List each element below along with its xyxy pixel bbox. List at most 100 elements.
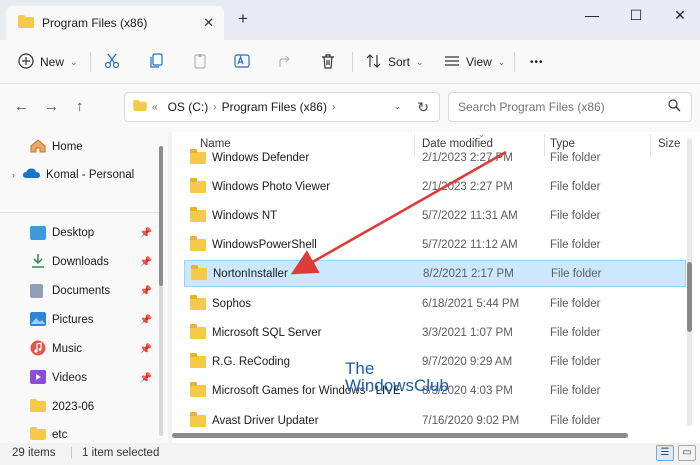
file-type: File folder (551, 267, 602, 280)
folder-icon (30, 427, 46, 443)
file-type: File folder (550, 355, 601, 368)
sidebar-item-onedrive[interactable]: › Komal - Personal (0, 162, 160, 188)
sidebar-item-music[interactable]: Music 📌 (0, 336, 160, 362)
cut-button[interactable] (104, 50, 120, 74)
more-options-button[interactable]: ••• (530, 50, 544, 74)
toolbar-divider (514, 52, 515, 72)
sidebar-item-desktop[interactable]: Desktop 📌 (0, 220, 160, 246)
folder-icon (190, 411, 206, 427)
folder-icon (190, 323, 206, 339)
up-button[interactable]: ↑ (76, 98, 84, 116)
file-name: Windows Defender (212, 151, 310, 164)
tab-program-files[interactable]: Program Files (x86) ✕ (6, 6, 224, 40)
watermark-logo: The WindowsClub (345, 360, 449, 394)
pin-icon[interactable]: 📌 (140, 344, 152, 355)
sidebar-item-label: Music (52, 343, 83, 355)
file-name: Microsoft SQL Server (212, 326, 322, 339)
file-date: 2/1/2023 2:27 PM (422, 151, 513, 164)
folder-icon (190, 352, 206, 368)
selection-count: 1 item selected (82, 447, 160, 459)
search-icon[interactable] (668, 99, 681, 115)
sidebar-divider (0, 212, 160, 213)
file-name: Avast Driver Updater (212, 414, 319, 427)
breadcrumb-program-files[interactable]: Program Files (x86) (222, 100, 327, 114)
sidebar-item-documents[interactable]: Documents 📌 (0, 278, 160, 304)
document-icon (30, 284, 43, 298)
file-name: WindowsPowerShell (212, 238, 317, 251)
chevron-right-icon: › (331, 101, 336, 113)
rename-button[interactable] (234, 50, 250, 74)
watermark-line2: WindowsClub (345, 376, 449, 395)
copy-button[interactable] (148, 50, 164, 74)
pin-icon[interactable]: 📌 (140, 373, 152, 384)
file-date: 8/2/2021 2:17 PM (423, 267, 514, 280)
folder-icon (190, 206, 206, 222)
tiles-view-button[interactable]: ▭ (678, 445, 696, 461)
table-row[interactable]: WindowsPowerShell 5/7/2022 11:12 AM File… (184, 231, 686, 258)
back-button[interactable]: ← (14, 98, 29, 116)
breadcrumb-overflow[interactable]: « (152, 102, 158, 113)
desktop-icon (30, 226, 46, 240)
file-type: File folder (550, 414, 601, 427)
new-button[interactable]: New ⌄ (18, 50, 78, 74)
folder-icon (190, 381, 206, 397)
search-box[interactable] (448, 92, 692, 122)
table-row-selected[interactable]: NortonInstaller 8/2/2021 2:17 PM File fo… (184, 260, 686, 287)
sidebar-item-home[interactable]: Home (0, 134, 160, 160)
chevron-right-icon[interactable]: › (12, 170, 15, 180)
table-row[interactable]: Windows Photo Viewer 2/1/2023 2:27 PM Fi… (184, 173, 686, 200)
paste-button[interactable] (192, 50, 208, 74)
sidebar-item-label: Documents (52, 285, 111, 297)
vertical-scrollbar-thumb[interactable] (687, 262, 692, 332)
file-date: 3/3/2021 1:07 PM (422, 326, 513, 339)
sidebar-item-downloads[interactable]: Downloads 📌 (0, 249, 160, 275)
pin-icon[interactable]: 📌 (140, 257, 152, 268)
sidebar-item-2023-06[interactable]: 2023-06 (0, 394, 160, 420)
file-type: File folder (550, 297, 601, 310)
file-name: Sophos (212, 297, 252, 310)
address-bar[interactable]: « OS (C:) › Program Files (x86) › ⌄ ↻ (124, 92, 440, 122)
folder-icon (190, 148, 206, 164)
file-type: File folder (550, 180, 601, 193)
table-row[interactable]: Windows Defender 2/1/2023 2:27 PM File f… (184, 144, 686, 171)
plus-circle-icon (18, 52, 34, 72)
sidebar-item-pictures[interactable]: Pictures 📌 (0, 307, 160, 333)
table-row[interactable]: Microsoft SQL Server 3/3/2021 1:07 PM Fi… (184, 319, 686, 346)
new-label: New (40, 55, 65, 69)
file-date: 2/1/2023 2:27 PM (422, 180, 513, 193)
sort-button[interactable]: Sort ⌄ (366, 50, 424, 74)
table-row[interactable]: Windows NT 5/7/2022 11:31 AM File folder (184, 202, 686, 229)
new-tab-button[interactable]: + (238, 10, 248, 27)
view-list-icon (444, 53, 460, 72)
table-row[interactable]: Sophos 6/18/2021 5:44 PM File folder (184, 290, 686, 317)
search-input[interactable] (449, 93, 649, 121)
minimize-button[interactable]: — (578, 5, 606, 25)
close-window-button[interactable]: ✕ (666, 5, 694, 25)
forward-button[interactable]: → (44, 98, 59, 116)
maximize-button[interactable]: ☐ (622, 5, 650, 25)
sidebar-scrollbar-thumb[interactable] (159, 146, 163, 286)
chevron-down-icon[interactable]: ⌄ (393, 101, 401, 112)
sidebar-item-label: etc (52, 429, 68, 441)
pin-icon[interactable]: 📌 (140, 228, 152, 239)
home-icon (30, 138, 46, 156)
tab-close-icon[interactable]: ✕ (203, 15, 214, 31)
file-type: File folder (550, 209, 601, 222)
pin-icon[interactable]: 📌 (140, 286, 152, 297)
navigation-pane: Home › Komal - Personal Desktop 📌 Downlo… (0, 132, 168, 443)
file-date: 7/16/2020 9:02 PM (422, 414, 520, 427)
view-button[interactable]: View ⌄ (444, 50, 505, 74)
sidebar-item-videos[interactable]: Videos 📌 (0, 365, 160, 391)
delete-button[interactable] (320, 50, 336, 74)
file-type: File folder (550, 151, 601, 164)
pin-icon[interactable]: 📌 (140, 315, 152, 326)
sort-indicator-icon: ⌄ (478, 132, 485, 139)
breadcrumb-os-c[interactable]: OS (C:) (168, 100, 209, 114)
refresh-icon[interactable]: ↻ (417, 99, 429, 116)
table-row[interactable]: Avast Driver Updater 7/16/2020 9:02 PM F… (184, 407, 686, 434)
details-view-button[interactable]: ☰ (656, 445, 674, 461)
horizontal-scrollbar-thumb[interactable] (172, 433, 628, 438)
share-button[interactable] (278, 50, 294, 74)
status-bar: 29 items | 1 item selected ☰ ▭ (0, 443, 700, 465)
trash-icon (320, 53, 336, 72)
